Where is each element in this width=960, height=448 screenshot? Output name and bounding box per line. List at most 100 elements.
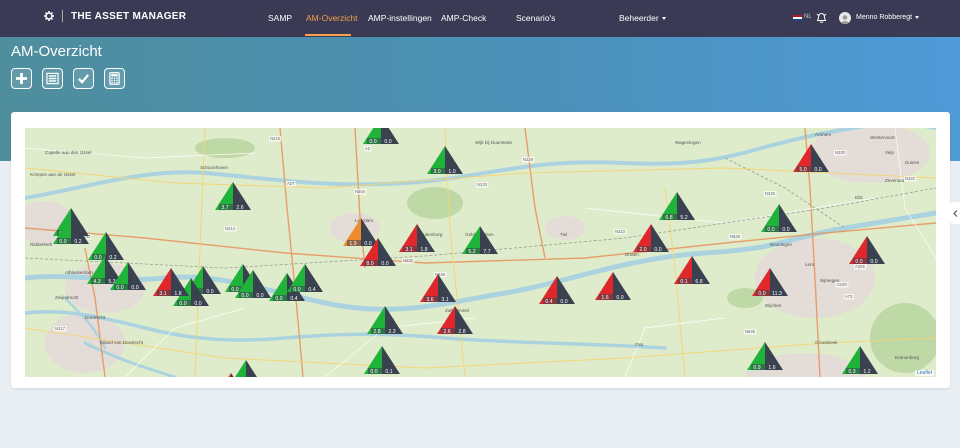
- marker-value-left: 0.0: [369, 139, 376, 145]
- nav-samp[interactable]: SAMP: [268, 13, 292, 23]
- marker-value-left: 0.0: [116, 285, 123, 291]
- marker-value-right: 0.0: [814, 167, 821, 173]
- asset-marker[interactable]: 1.9 0.0: [343, 218, 379, 247]
- marker-value-right: 0.4: [290, 296, 297, 302]
- marker-value-left: 0.0: [370, 369, 377, 375]
- marker-value-right: 7.7: [483, 249, 490, 255]
- toolbar: [11, 68, 125, 89]
- marker-value-left: 6.8: [665, 215, 672, 221]
- marker-value-left: 0.0: [231, 287, 238, 293]
- check-button[interactable]: [73, 68, 94, 89]
- list-icon: [46, 72, 59, 85]
- user-menu[interactable]: Menno Robberegt: [856, 14, 920, 21]
- marker-value-left: 2.0: [639, 247, 646, 253]
- dutch-flag-icon[interactable]: [793, 15, 802, 21]
- asset-marker[interactable]: 1.6 0.0: [595, 272, 631, 301]
- nav-amp-check[interactable]: AMP-Check: [441, 13, 486, 23]
- asset-marker[interactable]: 0.0 0.0: [849, 236, 885, 265]
- nav-scenarios[interactable]: Scenario's: [516, 13, 555, 23]
- add-button[interactable]: [11, 68, 32, 89]
- asset-marker[interactable]: 0.1 6.8: [674, 256, 710, 285]
- asset-map[interactable]: Schoonhoven Krimpen aan de IJssel Capelle …: [25, 128, 936, 377]
- asset-marker[interactable]: 0.0 0.0: [363, 128, 399, 145]
- side-panel-toggle[interactable]: [950, 202, 960, 224]
- calculator-icon: [109, 72, 120, 85]
- asset-marker[interactable]: 2.6 2.8: [437, 306, 473, 335]
- asset-marker[interactable]: 5.0 0.0: [793, 144, 829, 173]
- asset-marker[interactable]: 2.8 2.3: [367, 306, 403, 335]
- marker-value-right: 0.1: [385, 369, 392, 375]
- asset-marker[interactable]: 0.3 1.2: [842, 346, 878, 375]
- marker-value-left: 5.0: [799, 167, 806, 173]
- marker-value-left: 0.0: [855, 259, 862, 265]
- marker-layer: 0.00.03.01.00.00.10.00.10.40.40.01.13.72…: [53, 128, 885, 377]
- alarm-bell-icon[interactable]: [816, 12, 827, 24]
- asset-marker[interactable]: 0.0 11.3: [752, 268, 788, 297]
- marker-value-right: 0.0: [654, 247, 661, 253]
- marker-value-right: 0.0: [381, 261, 388, 267]
- asset-marker[interactable]: 0.0 0.4: [287, 264, 323, 293]
- gear-icon: [44, 11, 54, 21]
- asset-marker[interactable]: 0.0 0.0: [761, 204, 797, 233]
- marker-value-left: 1.6: [601, 295, 608, 301]
- asset-marker[interactable]: 3.1 1.8: [153, 268, 189, 297]
- asset-marker[interactable]: 0.00.1: [228, 360, 264, 377]
- nav-beheerder-label: Beheerder: [619, 13, 659, 23]
- asset-marker[interactable]: 0.0 0.2: [88, 232, 124, 261]
- marker-value-right: 2.3: [388, 329, 395, 335]
- asset-marker[interactable]: 3.0 1.0: [427, 146, 463, 175]
- check-icon: [78, 74, 90, 84]
- marker-value-right: 0.0: [364, 241, 371, 247]
- nav-am-overzicht[interactable]: AM-Overzicht: [306, 13, 357, 23]
- marker-value-left: 4.3: [93, 279, 100, 285]
- brand[interactable]: THE ASSET MANAGER: [44, 10, 186, 22]
- marker-value-right: 1.8: [420, 247, 427, 253]
- marker-value-left: 3.6: [426, 297, 433, 303]
- active-tab-indicator: [305, 34, 351, 36]
- marker-value-left: 5.2: [468, 249, 475, 255]
- asset-marker[interactable]: 3.1 1.8: [399, 224, 435, 253]
- marker-value-left: 2.8: [373, 329, 380, 335]
- marker-value-right: 0.0: [560, 299, 567, 305]
- marker-value-right: 0.0: [206, 289, 213, 295]
- marker-value-left: 0.0: [758, 291, 765, 297]
- chevron-left-icon: [952, 209, 957, 217]
- marker-value-right: 0.0: [384, 139, 391, 145]
- avatar[interactable]: [839, 12, 851, 24]
- marker-value-left: 1.9: [349, 241, 356, 247]
- marker-value-right: 1.0: [448, 169, 455, 175]
- asset-marker[interactable]: 3.7 2.6: [215, 182, 251, 211]
- list-button[interactable]: [42, 68, 63, 89]
- asset-marker[interactable]: 5.2 7.7: [462, 226, 498, 255]
- top-navbar: THE ASSET MANAGER SAMP AM-Overzicht AMP-…: [0, 0, 960, 37]
- asset-marker[interactable]: 0.0 0.1: [364, 346, 400, 375]
- marker-value-right: 0.0: [256, 293, 263, 299]
- marker-value-left: 0.1: [680, 279, 687, 285]
- marker-value-right: 2.8: [458, 329, 465, 335]
- asset-marker[interactable]: 0.4 0.0: [539, 276, 575, 305]
- marker-value-left: 2.6: [443, 329, 450, 335]
- marker-value-right: 11.3: [772, 291, 782, 297]
- marker-value-right: 5.2: [680, 215, 687, 221]
- nav-beheerder-dropdown[interactable]: Beheerder: [619, 13, 666, 23]
- asset-marker[interactable]: 0.9 1.6: [747, 342, 783, 371]
- marker-value-left: 0.0: [767, 227, 774, 233]
- map-attribution[interactable]: Leaflet: [914, 370, 934, 376]
- user-silhouette-icon: [841, 15, 849, 24]
- marker-value-right: 1.8: [174, 291, 181, 297]
- marker-value-left: 0.0: [59, 239, 66, 245]
- marker-value-left: 0.0: [293, 287, 300, 293]
- brand-divider: [62, 10, 63, 22]
- caret-down-icon: [661, 17, 666, 21]
- asset-marker[interactable]: 6.8 5.2: [659, 192, 695, 221]
- marker-value-right: 1.2: [863, 369, 870, 375]
- marker-value-right: 1.6: [768, 365, 775, 371]
- language-label[interactable]: NL: [804, 14, 812, 20]
- asset-marker[interactable]: 3.6 3.1: [420, 274, 456, 303]
- marker-value-right: 0.2: [109, 255, 116, 261]
- calculator-button[interactable]: [104, 68, 125, 89]
- marker-value-left: 0.0: [179, 301, 186, 307]
- asset-marker[interactable]: 2.0 0.0: [633, 224, 669, 253]
- nav-amp-instellingen[interactable]: AMP-instellingen: [368, 13, 432, 23]
- caret-down-icon: [915, 15, 920, 19]
